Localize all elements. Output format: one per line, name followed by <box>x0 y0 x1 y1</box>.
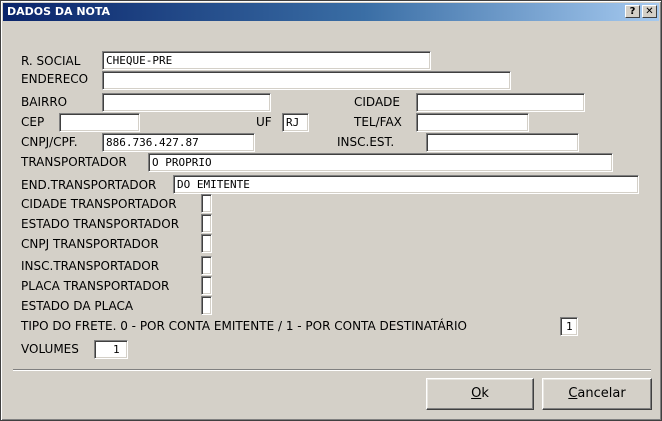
label-tel-fax: TEL/FAX <box>354 115 402 129</box>
label-estado-transportador: ESTADO TRANSPORTADOR <box>21 217 180 231</box>
window-title: DADOS DA NOTA <box>7 5 111 18</box>
ok-button[interactable]: Ok <box>426 378 534 410</box>
tipo-frete-field[interactable]: 1 <box>560 317 578 336</box>
estado-da-placa-field[interactable] <box>201 296 212 315</box>
uf-field[interactable]: RJ <box>282 113 309 132</box>
title-bar[interactable]: DADOS DA NOTA ? ✕ <box>3 3 659 21</box>
bairro-field[interactable] <box>102 93 271 112</box>
help-button[interactable]: ? <box>625 5 640 18</box>
cidade-field[interactable] <box>416 93 585 112</box>
transportador-field[interactable]: O PROPRIO <box>148 153 613 172</box>
cancel-label: ancelar <box>577 386 626 401</box>
cep-field[interactable] <box>59 113 140 132</box>
label-cidade: CIDADE <box>354 95 400 109</box>
cnpj-transportador-field[interactable] <box>201 234 212 253</box>
close-button[interactable]: ✕ <box>642 5 657 18</box>
cnpj-cpf-field[interactable]: 886.736.427.87 <box>102 133 255 152</box>
endereco-field[interactable] <box>102 71 511 90</box>
label-placa-transportador: PLACA TRANSPORTADOR <box>21 279 170 293</box>
razao-social-field[interactable]: CHEQUE-PRE <box>102 51 431 70</box>
label-cnpj-cpf: CNPJ/CPF. <box>21 135 78 149</box>
label-volumes: VOLUMES <box>21 342 79 356</box>
ok-mnemonic: O <box>471 386 482 401</box>
volumes-field[interactable]: 1 <box>94 340 128 359</box>
end-transportador-field[interactable]: DO EMITENTE <box>173 175 639 194</box>
label-estado-da-placa: ESTADO DA PLACA <box>21 299 134 313</box>
label-cep: CEP <box>21 115 45 129</box>
label-transportador: TRANSPORTADOR <box>21 155 127 169</box>
label-uf: UF <box>256 115 272 129</box>
label-insc-est: INSC.EST. <box>337 135 395 149</box>
placa-transportador-field[interactable] <box>201 276 212 295</box>
cidade-transportador-field[interactable] <box>201 194 212 213</box>
tel-fax-field[interactable] <box>416 113 529 132</box>
dados-da-nota-dialog: DADOS DA NOTA ? ✕ R. SOCIAL CHEQUE-PRE E… <box>0 0 662 421</box>
label-cidade-transportador: CIDADE TRANSPORTADOR <box>21 197 177 211</box>
label-endereco: ENDERECO <box>21 72 89 86</box>
label-end-transportador: END.TRANSPORTADOR <box>21 178 157 192</box>
label-tipo-frete: TIPO DO FRETE. 0 - POR CONTA EMITENTE / … <box>21 319 467 333</box>
label-bairro: BAIRRO <box>21 95 68 109</box>
ok-label: k <box>481 386 489 401</box>
cancel-button[interactable]: Cancelar <box>542 378 652 410</box>
insc-est-field[interactable] <box>426 133 579 152</box>
separator <box>13 369 651 371</box>
label-cnpj-transportador: CNPJ TRANSPORTADOR <box>21 237 159 251</box>
estado-transportador-field[interactable] <box>201 214 212 233</box>
label-insc-transportador: INSC.TRANSPORTADOR <box>21 259 160 273</box>
insc-transportador-field[interactable] <box>201 256 212 275</box>
label-razao-social: R. SOCIAL <box>21 54 81 68</box>
